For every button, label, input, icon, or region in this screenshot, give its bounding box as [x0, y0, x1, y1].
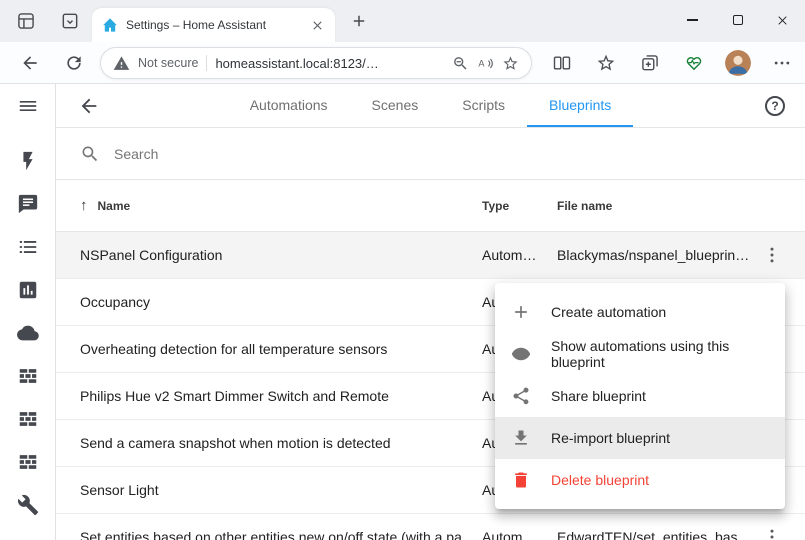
eye-icon: [511, 344, 531, 364]
ha-back-icon[interactable]: [78, 95, 100, 117]
profile-avatar[interactable]: [725, 50, 751, 76]
search-placeholder: Search: [114, 146, 158, 162]
menu-item-reimport-blueprint[interactable]: Re-import blueprint: [495, 417, 785, 459]
menu-item-share-blueprint[interactable]: Share blueprint: [495, 375, 785, 417]
more-icon[interactable]: [772, 53, 792, 73]
search-input[interactable]: Search: [56, 128, 805, 180]
row-name: Send a camera snapshot when motion is de…: [80, 435, 391, 451]
address-bar[interactable]: Not secure homeassistant.local:8123/… A: [100, 47, 532, 79]
menu-item-delete-blueprint[interactable]: Delete blueprint: [495, 459, 785, 501]
browser-toolbar: Not secure homeassistant.local:8123/… A: [0, 42, 805, 84]
row-type: Autom…: [482, 529, 557, 540]
download-icon: [511, 428, 531, 448]
tab-scenes[interactable]: Scenes: [350, 84, 441, 127]
new-tab-button[interactable]: [348, 10, 370, 32]
window-controls: [670, 0, 805, 40]
ha-sidebar: [0, 84, 56, 540]
refresh-icon[interactable]: [64, 53, 84, 73]
minimize-button[interactable]: [670, 0, 715, 40]
row-name: Overheating detection for all temperatur…: [80, 341, 387, 357]
browser-window: Settings – Home Assistant No: [0, 0, 805, 540]
row-name: NSPanel Configuration: [80, 247, 222, 263]
url-text[interactable]: homeassistant.local:8123/…: [215, 56, 444, 71]
row-name: Occupancy: [80, 294, 150, 310]
browser-tab[interactable]: Settings – Home Assistant: [92, 8, 335, 42]
tools-icon[interactable]: [0, 483, 56, 526]
tab-blueprints[interactable]: Blueprints: [527, 84, 633, 127]
row-file: Blackymas/nspanel_blueprin…: [557, 247, 762, 263]
row-overflow-menu-icon[interactable]: [762, 245, 782, 265]
row-overflow-menu-icon[interactable]: [762, 527, 782, 540]
address-divider: [206, 55, 207, 71]
devices-icon[interactable]: [0, 397, 56, 440]
column-file-name[interactable]: File name: [557, 199, 762, 213]
ha-tab-bar: Automations Scenes Scripts Blueprints: [56, 84, 805, 127]
row-name: Sensor Light: [80, 482, 159, 498]
sort-ascending-icon: ↑: [80, 197, 88, 214]
tab-actions-icon[interactable]: [60, 11, 80, 31]
back-icon[interactable]: [20, 53, 40, 73]
cloud-icon[interactable]: [0, 311, 56, 354]
zoom-out-icon[interactable]: [452, 55, 469, 72]
table-row[interactable]: Set entities based on other entities new…: [56, 514, 805, 540]
security-label[interactable]: Not secure: [138, 56, 198, 70]
delete-icon: [511, 470, 531, 490]
logbook-icon[interactable]: [0, 225, 56, 268]
table-row[interactable]: NSPanel Configuration Autom… Blackymas/n…: [56, 232, 805, 279]
menu-item-create-automation[interactable]: Create automation: [495, 291, 785, 333]
devices-icon[interactable]: [0, 354, 56, 397]
read-aloud-icon[interactable]: A: [477, 55, 494, 72]
row-name: Set entities based on other entities new…: [80, 529, 482, 540]
help-icon[interactable]: ?: [765, 96, 785, 116]
collections-icon[interactable]: [640, 53, 660, 73]
menu-item-show-automations[interactable]: Show automations using this blueprint: [495, 333, 785, 375]
browser-essentials-icon[interactable]: [684, 53, 704, 73]
devices-icon[interactable]: [0, 440, 56, 483]
energy-icon[interactable]: [0, 139, 56, 182]
split-screen-icon[interactable]: [552, 53, 572, 73]
favorite-star-icon[interactable]: [502, 55, 519, 72]
menu-icon[interactable]: [0, 84, 56, 128]
warning-icon[interactable]: [113, 55, 130, 72]
row-name: Philips Hue v2 Smart Dimmer Switch and R…: [80, 388, 389, 404]
table-header: ↑ Name Type File name: [56, 180, 805, 232]
maximize-button[interactable]: [715, 0, 760, 40]
row-file: EdwardTEN/set_entities_bas…: [557, 529, 762, 540]
tab-strip: Settings – Home Assistant: [0, 0, 805, 42]
workspaces-icon[interactable]: [16, 11, 36, 31]
favorites-icon[interactable]: [596, 53, 616, 73]
share-icon: [511, 386, 531, 406]
column-name[interactable]: ↑ Name: [56, 197, 482, 214]
search-icon: [80, 144, 100, 164]
ha-header: Automations Scenes Scripts Blueprints ?: [56, 84, 805, 128]
plus-icon: [511, 302, 531, 322]
tab-scripts[interactable]: Scripts: [440, 84, 527, 127]
assist-icon[interactable]: [0, 182, 56, 225]
blueprint-context-menu: Create automation Show automations using…: [495, 283, 785, 509]
tab-title: Settings – Home Assistant: [126, 18, 302, 32]
column-type[interactable]: Type: [482, 199, 557, 213]
tab-close-icon[interactable]: [310, 18, 325, 33]
row-type: Autom…: [482, 247, 557, 263]
svg-text:A: A: [478, 58, 485, 68]
history-icon[interactable]: [0, 268, 56, 311]
home-assistant-logo-icon: [102, 17, 118, 33]
close-button[interactable]: [760, 0, 805, 40]
tab-automations[interactable]: Automations: [228, 84, 350, 127]
